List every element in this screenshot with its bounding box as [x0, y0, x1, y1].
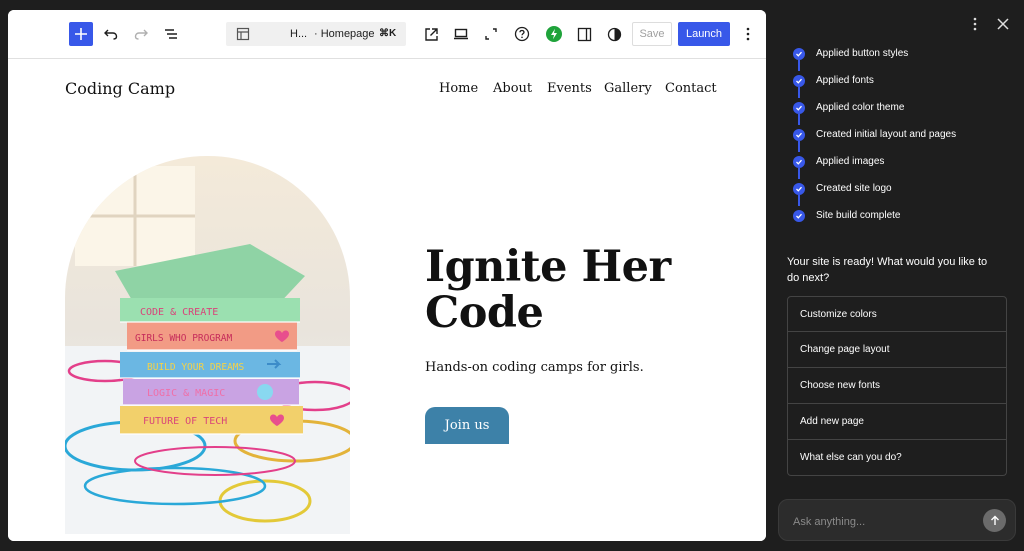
site-title[interactable]: Coding Camp [65, 79, 175, 98]
hero-heading[interactable]: Ignite Her Code [425, 244, 671, 336]
suggestion-add-new-page[interactable]: Add new page [787, 404, 1007, 440]
book-label-logic-magic: LOGIC & MAGIC [147, 388, 225, 399]
progress-step: Created site logo [786, 179, 1016, 206]
book-label-build-your-dreams: BUILD YOUR DREAMS [147, 362, 245, 373]
progress-step: Site build complete [786, 206, 1016, 226]
launch-button[interactable]: Launch [678, 22, 730, 46]
styles-button[interactable] [602, 22, 626, 46]
command-shortcut: ⌘K [379, 28, 397, 39]
book-label-future-of-tech: FUTURE OF TECH [143, 416, 227, 427]
nav-item-home[interactable]: Home [439, 81, 478, 96]
send-button[interactable] [983, 509, 1006, 532]
progress-step-label: Applied images [816, 156, 885, 167]
template-icon [236, 27, 250, 44]
expand-icon [485, 28, 497, 40]
suggestion-choose-new-fonts[interactable]: Choose new fonts [787, 368, 1007, 404]
hero-heading-line-2: Code [425, 288, 544, 338]
device-preview-button[interactable] [449, 22, 473, 46]
check-icon [793, 102, 805, 114]
panel-options-button[interactable] [966, 15, 984, 33]
progress-step: Applied button styles [786, 44, 1016, 71]
redo-button[interactable] [129, 22, 153, 46]
suggestion-list: Customize colors Change page layout Choo… [787, 296, 1007, 476]
nav-item-gallery[interactable]: Gallery [604, 81, 652, 96]
command-palette[interactable]: H... · Homepage ⌘K [226, 22, 406, 46]
progress-step-label: Created site logo [816, 183, 892, 194]
progress-step: Created initial layout and pages [786, 125, 1016, 152]
save-button[interactable]: Save [632, 22, 672, 46]
nav-item-events[interactable]: Events [547, 81, 592, 96]
performance-button[interactable] [542, 22, 566, 46]
check-icon [793, 183, 805, 195]
book-stack: CODE & CREATE GIRLS WHO PROGRAM BUILD YO… [115, 244, 305, 435]
lightning-icon [546, 26, 562, 42]
check-icon [793, 156, 805, 168]
command-crumb: H... [290, 28, 308, 40]
options-button[interactable] [736, 22, 760, 46]
document-overview-button[interactable] [159, 22, 183, 46]
join-us-button[interactable]: Join us [425, 407, 509, 444]
close-icon [997, 18, 1009, 30]
progress-step-label: Site build complete [816, 210, 901, 221]
plus-icon [75, 28, 87, 40]
progress-step: Applied fonts [786, 71, 1016, 98]
more-vertical-icon [973, 17, 977, 31]
help-icon [514, 26, 530, 42]
progress-step-label: Applied fonts [816, 75, 874, 86]
redo-icon [134, 29, 148, 40]
book-label-code-create: CODE & CREATE [140, 307, 218, 318]
progress-step: Applied images [786, 152, 1016, 179]
contrast-icon [607, 27, 621, 41]
check-icon [793, 210, 805, 222]
ask-input[interactable] [791, 512, 975, 532]
progress-step: Applied color theme [786, 98, 1016, 125]
desktop-icon [454, 28, 468, 40]
list-view-icon [165, 29, 177, 39]
progress-step-label: Created initial layout and pages [816, 129, 957, 140]
settings-sidebar-button[interactable] [572, 22, 596, 46]
suggestion-what-else[interactable]: What else can you do? [787, 440, 1007, 476]
ask-box [778, 499, 1016, 541]
fullscreen-button[interactable] [479, 22, 503, 46]
nav-item-contact[interactable]: Contact [665, 81, 717, 96]
progress-step-label: Applied button styles [816, 48, 909, 59]
add-block-button[interactable] [69, 22, 93, 46]
sidebar-icon [577, 27, 591, 41]
undo-icon [104, 29, 118, 40]
editor-toolbar: H... · Homepage ⌘K Save Launch [8, 10, 766, 59]
help-button[interactable] [510, 22, 534, 46]
nav-item-about[interactable]: About [493, 81, 532, 96]
assistant-message: Your site is ready! What would you like … [787, 256, 988, 284]
external-link-icon [424, 27, 438, 41]
hero-subheading[interactable]: Hands-on coding camps for girls. [425, 360, 644, 375]
hero-image: CODE & CREATE GIRLS WHO PROGRAM BUILD YO… [65, 156, 350, 534]
arrow-up-icon [990, 515, 999, 525]
more-vertical-icon [746, 27, 750, 41]
site-preview: Coding Camp Home About Events Gallery Co… [8, 59, 766, 541]
progress-step-label: Applied color theme [816, 102, 905, 113]
site-editor: H... · Homepage ⌘K Save Launch Coding Ca… [8, 10, 766, 541]
suggestion-customize-colors[interactable]: Customize colors [787, 296, 1007, 332]
undo-button[interactable] [99, 22, 123, 46]
suggestion-change-page-layout[interactable]: Change page layout [787, 332, 1007, 368]
check-icon [793, 48, 805, 60]
hero-heading-line-1: Ignite Her [425, 242, 671, 292]
check-icon [793, 129, 805, 141]
command-title: · Homepage [314, 28, 375, 40]
view-site-button[interactable] [419, 22, 443, 46]
book-label-girls-who-program: GIRLS WHO PROGRAM [135, 333, 233, 344]
check-icon [793, 75, 805, 87]
close-panel-button[interactable] [994, 15, 1012, 33]
